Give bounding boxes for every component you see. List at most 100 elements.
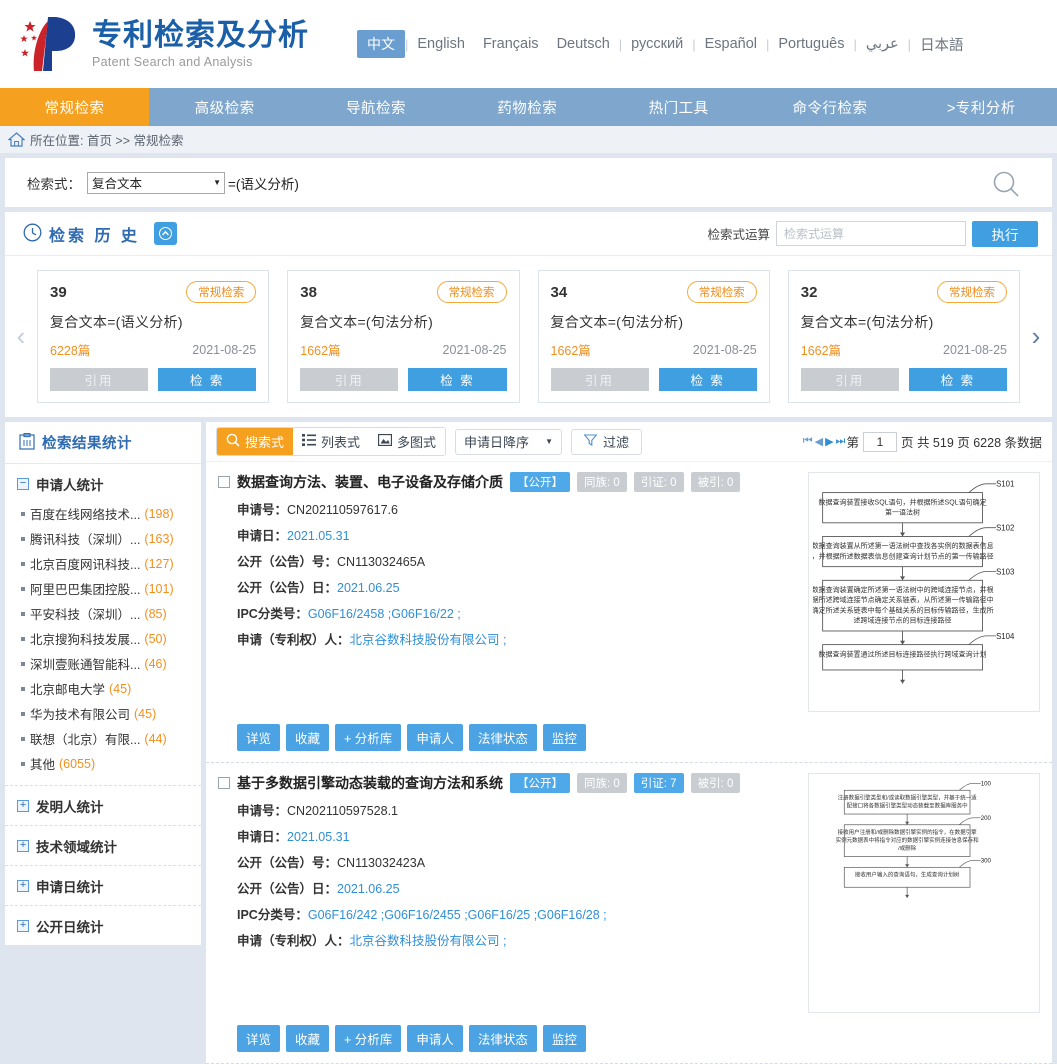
- sidebar-item-label: 平安科技（深圳）...: [30, 608, 141, 622]
- sidebar-group-toggle-icon[interactable]: +: [17, 880, 29, 892]
- action-button-1[interactable]: 详览: [237, 724, 281, 751]
- nav-item-2[interactable]: 高级检索: [149, 88, 300, 126]
- action-button-4[interactable]: 申请人: [407, 724, 463, 751]
- svg-text:S102: S102: [996, 524, 1014, 533]
- last-page-icon[interactable]: ⏭: [835, 435, 847, 448]
- collapse-history-button[interactable]: [153, 222, 177, 245]
- operation-label: 检索式运算: [707, 228, 770, 242]
- sidebar-item[interactable]: 平安科技（深圳）... (85): [17, 601, 201, 626]
- sidebar-group-header[interactable]: + 公开日统计: [17, 916, 201, 936]
- operation-input[interactable]: 检索式运算: [776, 221, 966, 246]
- page-number: 1: [876, 434, 884, 449]
- language-option-2[interactable]: English: [408, 34, 474, 54]
- nav-item-5[interactable]: 热门工具: [603, 88, 754, 126]
- action-button-5[interactable]: 法律状态: [468, 724, 537, 751]
- language-option-9[interactable]: 日本語: [911, 32, 973, 57]
- nav-item-6[interactable]: 命令行检索: [754, 88, 905, 126]
- language-option-4[interactable]: Deutsch: [548, 34, 619, 54]
- carousel-prev-arrow[interactable]: ‹: [5, 321, 37, 352]
- history-search-button[interactable]: 检 索: [158, 368, 257, 391]
- carousel-next-arrow[interactable]: ›: [1020, 321, 1052, 352]
- search-submit-icon[interactable]: [990, 169, 1024, 202]
- language-option-8[interactable]: عربي: [857, 34, 908, 54]
- sidebar-group-header[interactable]: + 申请日统计: [17, 876, 201, 896]
- result-field-value: 北京谷数科技股份有限公司 ;: [349, 633, 507, 647]
- view-mode-1[interactable]: 搜索式: [217, 428, 294, 455]
- action-button-3[interactable]: + 分析库: [335, 1025, 402, 1052]
- sidebar-group-3: + 技术领域统计: [5, 826, 201, 866]
- result-checkbox[interactable]: [218, 476, 230, 488]
- sidebar-item[interactable]: 腾讯科技（深圳）... (163): [17, 526, 201, 551]
- sort-value: 申请日降序: [464, 435, 530, 450]
- sidebar-group-1: − 申请人统计 百度在线网络技术... (198) 腾讯科技（深圳）... (163) 北京…: [5, 464, 201, 786]
- history-cite-button[interactable]: 引用: [550, 368, 649, 391]
- sort-select[interactable]: 申请日降序 ▼: [455, 428, 562, 455]
- sidebar-item[interactable]: 联想（北京）有限... (44): [17, 726, 201, 751]
- main-navigation: 常规检索 高级检索 导航检索 药物检索 热门工具 命令行检索 >专利分析: [0, 88, 1057, 126]
- home-icon[interactable]: [7, 132, 26, 147]
- history-cite-button[interactable]: 引用: [800, 368, 899, 391]
- sidebar-group-header[interactable]: − 申请人统计: [17, 474, 201, 494]
- action-button-4[interactable]: 申请人: [407, 1025, 463, 1052]
- page-input[interactable]: 1: [862, 431, 897, 452]
- filter-button[interactable]: 过滤: [570, 428, 642, 455]
- result-title[interactable]: 基于多数据引擎动态装载的查询方法和系统: [237, 773, 503, 793]
- prev-page-icon[interactable]: ◀: [814, 435, 824, 448]
- sidebar-group-toggle-icon[interactable]: −: [17, 478, 29, 490]
- history-search-button[interactable]: 检 索: [908, 368, 1007, 391]
- sidebar-group-header[interactable]: + 技术领域统计: [17, 836, 201, 856]
- language-option-1[interactable]: 中文: [357, 30, 405, 58]
- result-title[interactable]: 数据查询方法、装置、电子设备及存储介质: [237, 472, 503, 492]
- sidebar-item[interactable]: 北京邮电大学 (45): [17, 676, 201, 701]
- first-page-icon[interactable]: ⏮: [802, 435, 814, 448]
- next-page-icon[interactable]: ▶: [824, 435, 834, 448]
- history-cite-button[interactable]: 引用: [300, 368, 399, 391]
- history-cite-button[interactable]: 引用: [50, 368, 149, 391]
- result-field-value: CN113032465A: [337, 555, 426, 569]
- sidebar-item[interactable]: 深圳壹账通智能科... (46): [17, 651, 201, 676]
- sidebar-title: 检索结果统计: [42, 436, 132, 452]
- result-field-label: 申请（专利权）人：: [237, 934, 350, 948]
- history-search-button[interactable]: 检 索: [658, 368, 757, 391]
- action-button-1[interactable]: 详览: [237, 1025, 281, 1052]
- sidebar-item[interactable]: 百度在线网络技术... (198): [17, 501, 201, 526]
- sidebar-group-toggle-icon[interactable]: +: [17, 840, 29, 852]
- nav-item-7[interactable]: >专利分析: [906, 88, 1057, 126]
- filter-icon: [583, 434, 598, 449]
- view-mode-2[interactable]: 列表式: [293, 428, 370, 455]
- language-option-3[interactable]: Français: [474, 34, 548, 54]
- search-bar: 检索式： 复合文本 ▼ =(语义分析): [5, 158, 1052, 207]
- action-button-2[interactable]: 收藏: [286, 724, 330, 751]
- result-field-value: CN113032423A: [337, 856, 426, 870]
- view-mode-3[interactable]: 多图式: [369, 428, 446, 455]
- sidebar-item[interactable]: 华为技术有限公司 (45): [17, 701, 201, 726]
- language-option-7[interactable]: Português: [769, 34, 853, 54]
- search-field-select[interactable]: 复合文本 ▼: [87, 171, 225, 194]
- view-mode-label: 多图式: [397, 435, 437, 450]
- action-button-3[interactable]: + 分析库: [335, 724, 402, 751]
- logo[interactable]: 专利检索及分析 Patent Search and Analysis: [18, 13, 309, 75]
- history-search-button[interactable]: 检 索: [408, 368, 507, 391]
- sidebar-item[interactable]: 北京搜狗科技发展... (50): [17, 626, 201, 651]
- action-button-6[interactable]: 监控: [542, 724, 586, 751]
- execute-button[interactable]: 执行: [972, 220, 1038, 247]
- action-button-2[interactable]: 收藏: [286, 1025, 330, 1052]
- sidebar-item[interactable]: 阿里巴巴集团控股... (101): [17, 576, 201, 601]
- view-mode-group: 搜索式 列表式 多图式: [216, 427, 447, 456]
- language-option-5[interactable]: русский: [622, 34, 692, 54]
- language-option-6[interactable]: Español: [696, 34, 766, 54]
- result-field-label: 申请日：: [237, 830, 288, 844]
- sidebar-group-toggle-icon[interactable]: +: [17, 920, 29, 932]
- sidebar-group-toggle-icon[interactable]: +: [17, 800, 29, 812]
- bullet-icon: [21, 686, 25, 691]
- action-button-5[interactable]: 法律状态: [468, 1025, 537, 1052]
- nav-item-1[interactable]: 常规检索: [0, 88, 149, 126]
- nav-item-4[interactable]: 药物检索: [452, 88, 603, 126]
- nav-item-3[interactable]: 导航检索: [300, 88, 451, 126]
- page-suffix: 页 共 519 页 6228 条数据: [900, 436, 1042, 450]
- result-checkbox[interactable]: [218, 777, 230, 789]
- sidebar-item[interactable]: 北京百度网讯科技... (127): [17, 551, 201, 576]
- sidebar-group-header[interactable]: + 发明人统计: [17, 796, 201, 816]
- action-button-6[interactable]: 监控: [542, 1025, 586, 1052]
- sidebar-item[interactable]: 其他 (6055): [17, 751, 201, 776]
